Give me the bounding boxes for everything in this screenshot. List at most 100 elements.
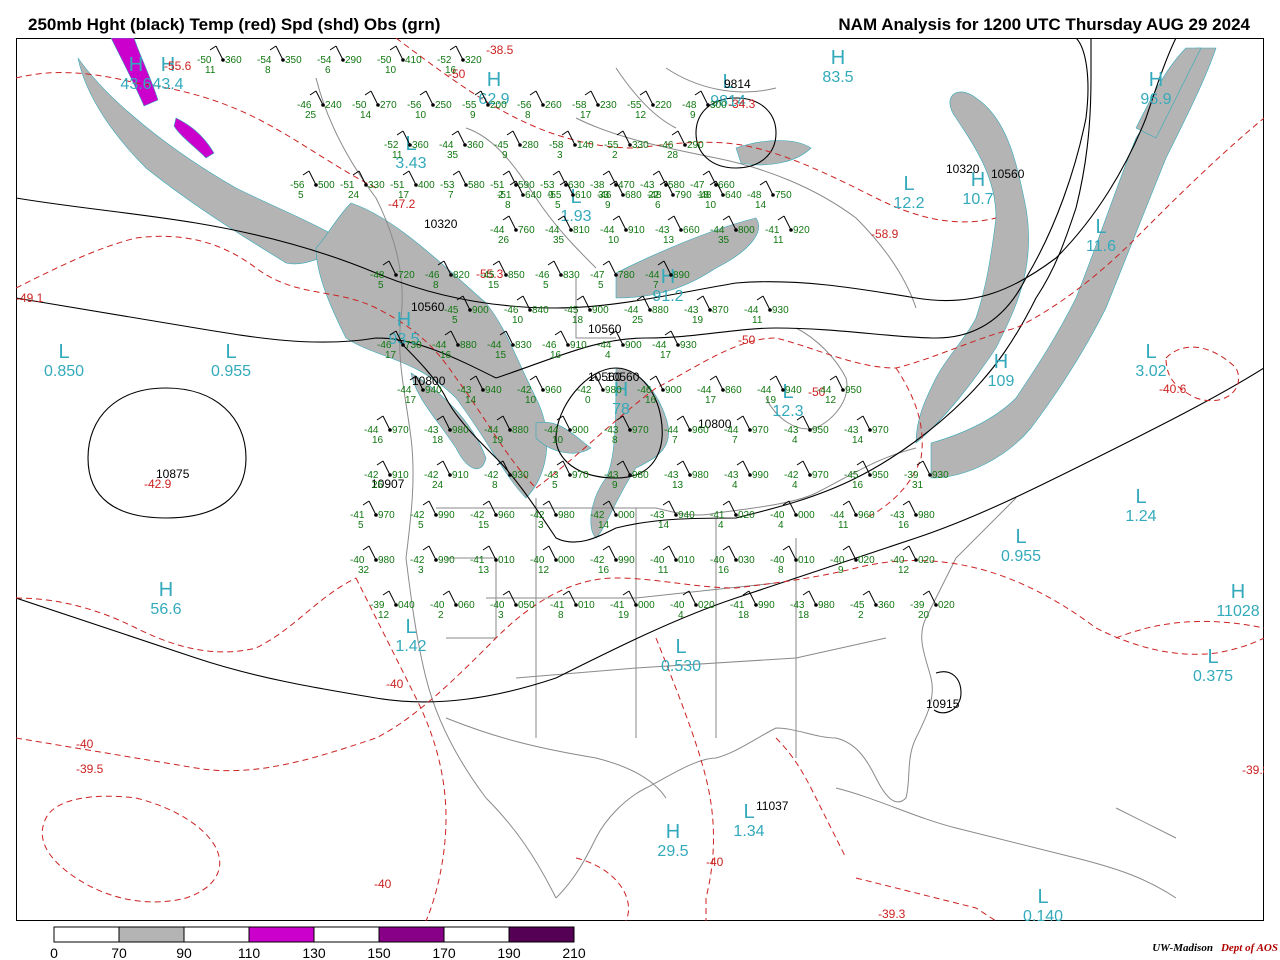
obs-dewpoint: 15 — [478, 520, 490, 531]
obs-height: 240 — [325, 100, 342, 111]
obs-dewpoint: 8 — [433, 280, 439, 291]
height-label: 10320 — [946, 162, 980, 176]
obs-dewpoint: 10 — [705, 200, 717, 211]
obs-dewpoint: 24 — [348, 190, 360, 201]
obs-height: 250 — [435, 100, 452, 111]
obs-height: 940 — [678, 510, 695, 521]
obs-dewpoint: 14 — [598, 520, 610, 531]
height-label: 10320 — [424, 217, 458, 231]
center-symbol: L — [903, 173, 914, 195]
center-value: 83.5 — [822, 69, 853, 86]
obs-height: 680 — [625, 190, 642, 201]
obs-dewpoint: 5 — [452, 315, 458, 326]
center-value: 10.7 — [962, 191, 993, 208]
obs-dewpoint: 16 — [372, 435, 384, 446]
center-symbol: H — [397, 309, 411, 331]
center-value: 12.3 — [772, 403, 803, 420]
credit: UW-Madison Dept of AOS — [1152, 942, 1278, 954]
obs-dewpoint: 10 — [415, 110, 427, 121]
colorbar-box — [508, 926, 575, 943]
obs-dewpoint: 25 — [372, 480, 384, 491]
temperature-label: -42.9 — [144, 477, 172, 491]
height-label: 9814 — [724, 77, 751, 91]
obs-height: 010 — [498, 555, 515, 566]
obs-dewpoint: 5 — [418, 520, 424, 531]
obs-dewpoint: 18 — [432, 435, 444, 446]
obs-dewpoint: 11 — [838, 520, 849, 531]
center-symbol: L — [1037, 886, 1048, 908]
obs-dewpoint: 3 — [538, 520, 544, 531]
obs-height: 300 — [710, 100, 727, 111]
obs-height: 900 — [625, 340, 642, 351]
temperature-label: -49.1 — [16, 291, 44, 305]
obs-dewpoint: 4 — [718, 520, 724, 531]
obs-dewpoint: 12 — [635, 110, 647, 121]
obs-height: 840 — [532, 305, 549, 316]
obs-dewpoint: 15 — [495, 350, 507, 361]
center-symbol: H — [994, 351, 1008, 373]
obs-dewpoint: 4 — [792, 435, 798, 446]
obs-dewpoint: 19 — [618, 610, 630, 621]
obs-height: 970 — [632, 425, 649, 436]
obs-dewpoint: 14 — [755, 200, 767, 211]
temperature-label: -58.9 — [871, 227, 899, 241]
obs-dewpoint: 9 — [612, 480, 618, 491]
center-symbol: H — [1231, 581, 1245, 603]
temperature-label: -38.5 — [486, 43, 514, 57]
obs-height: 870 — [712, 305, 729, 316]
credit-org: UW-Madison — [1152, 942, 1213, 954]
center-symbol: L — [1145, 341, 1156, 363]
obs-dewpoint: 19 — [492, 435, 504, 446]
colorbar-box — [118, 926, 185, 943]
center-value: 0.375 — [1193, 668, 1233, 685]
center-symbol: L — [1095, 216, 1106, 238]
obs-dewpoint: 8 — [612, 435, 618, 446]
obs-height: 960 — [498, 510, 515, 521]
obs-dewpoint: 5 — [378, 280, 384, 291]
center-value: 1.42 — [395, 638, 426, 655]
obs-height: 220 — [655, 100, 672, 111]
obs-height: 960 — [858, 510, 875, 521]
obs-height: 900 — [572, 425, 589, 436]
obs-height: 000 — [638, 600, 655, 611]
obs-height: 970 — [392, 425, 409, 436]
obs-height: 580 — [468, 180, 485, 191]
weather-map: H43.6H62.9H43.4L9814H83.5H96.9L3.43L1.93… — [16, 38, 1264, 921]
center-symbol: H — [831, 47, 845, 69]
obs-dewpoint: 5 — [555, 200, 561, 211]
obs-dewpoint: 8 — [525, 110, 531, 121]
center-symbol: L — [675, 636, 686, 658]
center-value: 43.4 — [152, 76, 183, 93]
map-title-right: NAM Analysis for 1200 UTC Thursday AUG 2… — [838, 15, 1250, 34]
obs-height: 790 — [675, 190, 692, 201]
obs-dewpoint: 12 — [825, 395, 837, 406]
obs-dewpoint: 17 — [405, 395, 417, 406]
colorbar-box — [443, 926, 510, 943]
obs-dewpoint: 19 — [765, 395, 777, 406]
obs-height: 930 — [772, 305, 789, 316]
obs-dewpoint: 35 — [718, 235, 730, 246]
colorbar-label: 70 — [111, 945, 127, 960]
obs-height: 360 — [225, 55, 242, 66]
obs-height: 030 — [738, 555, 755, 566]
map-title-left: 250mb Hght (black) Temp (red) Spd (shd) … — [28, 15, 441, 34]
obs-height: 050 — [518, 600, 535, 611]
obs-dewpoint: 6 — [325, 65, 331, 76]
obs-height: 910 — [628, 225, 645, 236]
obs-height: 260 — [545, 100, 562, 111]
center-value: 0.955 — [211, 363, 251, 380]
obs-dewpoint: 14 — [658, 520, 670, 531]
obs-height: 970 — [752, 425, 769, 436]
obs-height: 990 — [758, 600, 775, 611]
temperature-label: -34.3 — [728, 97, 756, 111]
obs-height: 950 — [845, 385, 862, 396]
temperature-label: -40 — [386, 677, 404, 691]
obs-dewpoint: 5 — [358, 520, 364, 531]
obs-height: 640 — [725, 190, 742, 201]
colorbar-label: 150 — [367, 945, 391, 960]
center-value: 78 — [612, 401, 630, 418]
obs-dewpoint: 7 — [448, 190, 454, 201]
height-label: 10915 — [926, 697, 960, 711]
obs-height: 830 — [515, 340, 532, 351]
obs-dewpoint: 10 — [525, 395, 537, 406]
